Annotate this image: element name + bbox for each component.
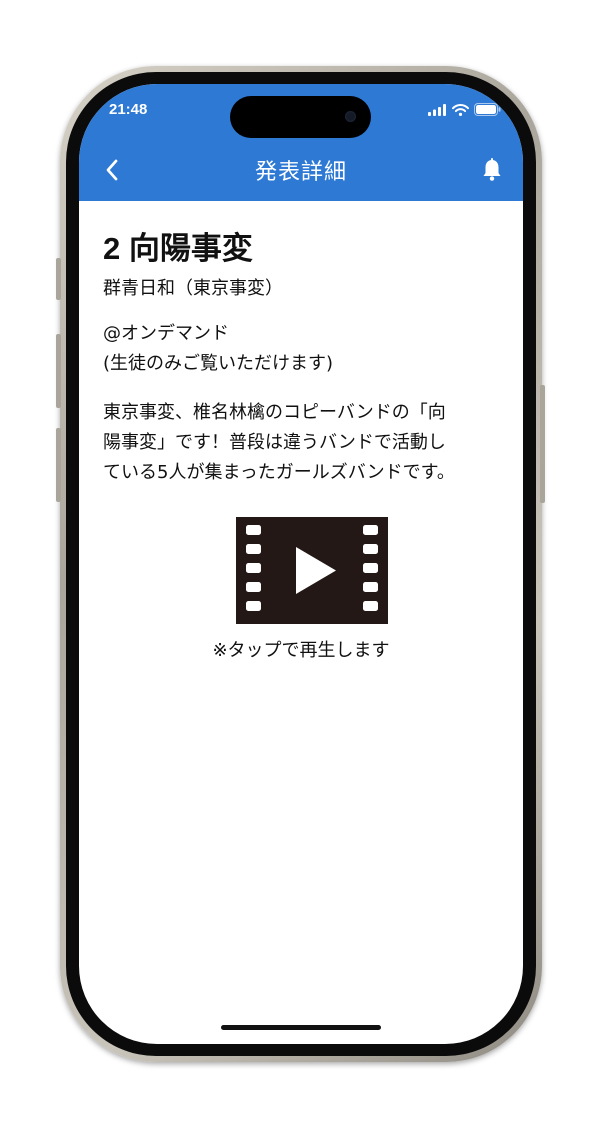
- bell-icon: [483, 158, 501, 181]
- home-indicator[interactable]: [221, 1025, 381, 1030]
- performance-title: 2 向陽事変: [103, 231, 253, 266]
- play-video-button[interactable]: [236, 517, 388, 624]
- venue: @オンデマンド: [103, 323, 229, 344]
- front-camera: [345, 111, 356, 122]
- band-name: 群青日和（東京事変）: [103, 278, 283, 299]
- description-line: 東京事変、椎名林檎のコピーバンドの「向: [103, 402, 446, 423]
- battery-icon: [474, 103, 501, 116]
- power-button: [540, 385, 545, 503]
- venue-note: (生徒のみご覧いただけます): [103, 353, 334, 374]
- action-button: [56, 258, 61, 300]
- volume-down-button: [56, 428, 61, 502]
- tap-to-play-note: ※タップで再生します: [212, 640, 390, 661]
- notification-bell-button[interactable]: [479, 156, 505, 184]
- status-icons: [428, 103, 501, 116]
- screen: 21:48 発表詳細 2 向陽事変 群青日和（東京事変） @オンデマンド (生徒…: [79, 84, 523, 1044]
- page-title: 発表詳細: [254, 160, 347, 185]
- wifi-icon: [452, 103, 469, 116]
- description: 東京事変、椎名林檎のコピーバンドの「向 陽事変」です！普段は違うバンドで活動し …: [103, 398, 515, 488]
- film-play-icon: [236, 517, 388, 624]
- status-time: 21:48: [109, 101, 148, 118]
- volume-up-button: [56, 334, 61, 408]
- signal-icon: [428, 103, 446, 116]
- description-line: 陽事変」です！普段は違うバンドで活動し: [103, 432, 446, 453]
- header-bar: 21:48 発表詳細: [79, 84, 523, 201]
- description-line: ている5人が集まったガールズバンドです。: [103, 462, 455, 483]
- dynamic-island: [230, 96, 371, 138]
